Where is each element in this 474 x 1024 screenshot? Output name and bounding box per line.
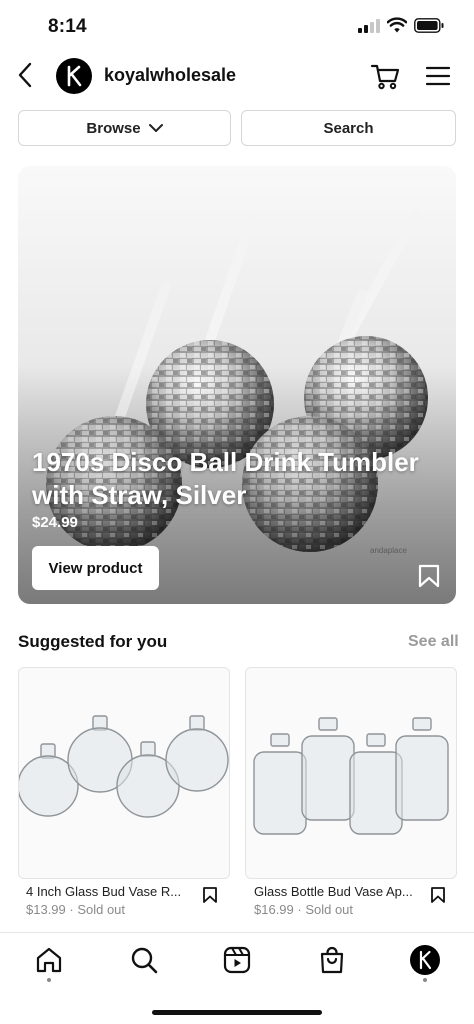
product-price-status: $13.99 · Sold out [26, 902, 126, 917]
search-label: Search [323, 119, 374, 137]
active-indicator-dot [47, 978, 51, 982]
browse-button[interactable]: Browse [18, 110, 231, 146]
status-bar: 8:14 [0, 0, 474, 52]
battery-icon [414, 18, 444, 33]
reels-icon[interactable] [222, 945, 252, 975]
product-card-glass-bottle[interactable] [245, 667, 457, 879]
product-name[interactable]: Glass Bottle Bud Vase Ap... [254, 884, 413, 899]
featured-product-price: $24.99 [32, 514, 78, 531]
view-product-button[interactable]: View product [32, 546, 159, 590]
profile-header: koyalwholesale [0, 52, 474, 102]
glass-bottle-vases-image [253, 717, 449, 835]
featured-product-card[interactable]: andaplace 1970s Disco Ball Drink Tumbler… [18, 166, 456, 604]
browse-label: Browse [86, 119, 141, 137]
profile-name[interactable]: koyalwholesale [104, 65, 236, 86]
image-watermark: andaplace [370, 546, 407, 555]
product-card-bud-vase[interactable] [18, 667, 230, 879]
active-indicator-dot [423, 978, 427, 982]
shop-icon[interactable] [317, 945, 347, 975]
featured-product-title: 1970s Disco Ball Drink Tumbler with Stra… [32, 447, 419, 510]
wifi-icon [387, 17, 407, 33]
k-logo-icon [67, 65, 82, 87]
cellular-signal-icon [358, 19, 380, 33]
search-button[interactable]: Search [241, 110, 456, 146]
cart-icon[interactable] [370, 62, 400, 90]
bookmark-icon[interactable] [430, 886, 446, 904]
chevron-down-icon [148, 124, 163, 132]
product-name[interactable]: 4 Inch Glass Bud Vase R... [26, 884, 181, 899]
home-icon[interactable] [34, 945, 64, 975]
k-logo-icon [419, 950, 432, 970]
search-icon[interactable] [129, 945, 159, 975]
chevron-left-icon[interactable] [14, 60, 38, 90]
bottom-navigation [0, 932, 474, 1024]
bookmark-icon[interactable] [418, 564, 440, 588]
home-indicator [152, 1010, 322, 1015]
glass-bud-vases-image [19, 715, 229, 818]
bookmark-icon[interactable] [202, 886, 218, 904]
avatar[interactable] [56, 58, 92, 94]
status-time: 8:14 [48, 16, 87, 37]
see-all-link[interactable]: See all [408, 633, 459, 651]
hamburger-menu-icon[interactable] [426, 64, 450, 88]
suggested-section-title: Suggested for you [18, 632, 168, 651]
profile-icon[interactable] [410, 945, 440, 975]
product-price-status: $16.99 · Sold out [254, 902, 354, 917]
